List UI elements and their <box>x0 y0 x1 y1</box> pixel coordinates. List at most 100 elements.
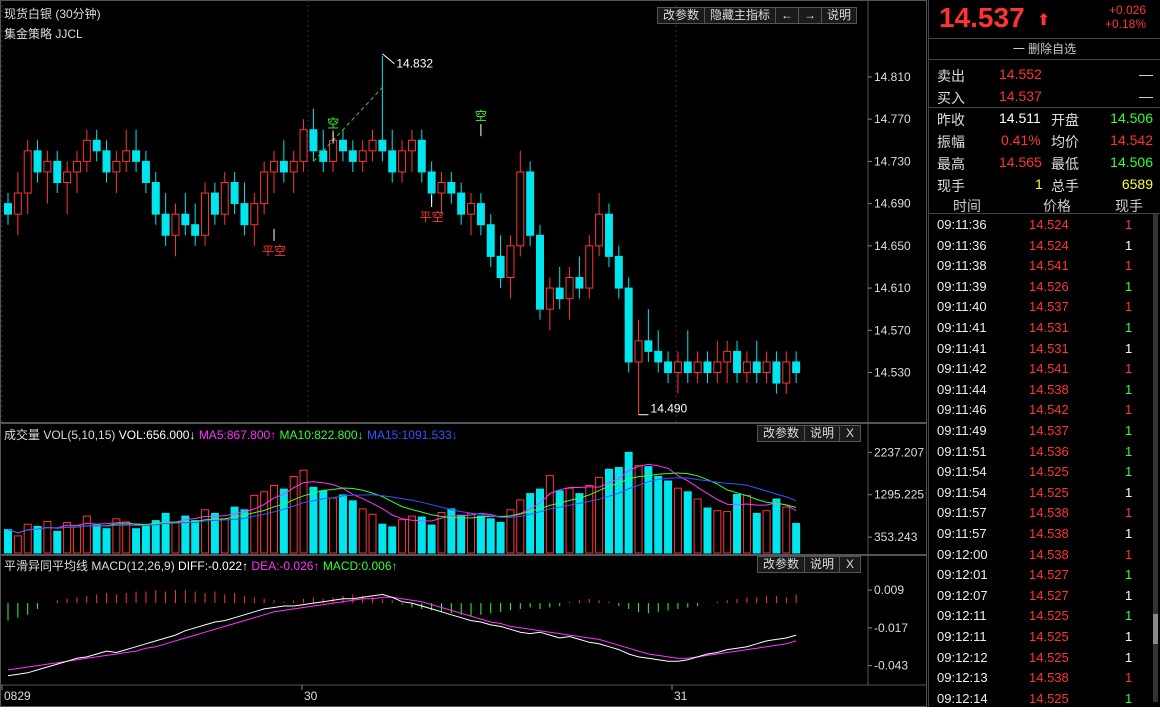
candle-down <box>417 139 426 173</box>
volume-bar <box>782 506 791 554</box>
candle-down <box>526 171 535 236</box>
candle-up <box>43 160 52 173</box>
candle-down <box>703 361 712 374</box>
volume-bar <box>191 520 200 554</box>
candle-down <box>338 139 347 152</box>
tick-volume: 1 <box>1125 340 1133 356</box>
volume-bar <box>53 530 62 554</box>
tick-time: 09:11:57 <box>937 526 987 541</box>
volume-bar <box>358 508 367 554</box>
tick-row[interactable]: 09:11:54 14.525 1 <box>929 483 1160 504</box>
volume-bar <box>752 512 761 554</box>
tick-row[interactable]: 09:12:13 14.538 1 <box>929 668 1160 689</box>
tick-price: 14.538 <box>1029 526 1069 541</box>
candle-up <box>23 150 32 194</box>
tick-volume: 1 <box>1125 670 1133 686</box>
volume-chart[interactable]: 2237.207 1295.225 353.243 <box>0 423 927 555</box>
volume-bar <box>565 487 574 554</box>
tick-row[interactable]: 09:11:51 14.536 1 <box>929 442 1160 463</box>
tick-row[interactable]: 09:12:11 14.525 1 <box>929 606 1160 627</box>
tick-row[interactable]: 09:12:01 14.527 1 <box>929 565 1160 586</box>
candle-up <box>289 160 298 173</box>
tick-row[interactable]: 09:11:41 14.531 1 <box>929 339 1160 360</box>
volume-bar <box>388 526 397 554</box>
volume-bar <box>723 511 732 554</box>
candle-down <box>427 171 436 194</box>
candle-down <box>240 203 249 226</box>
tick-row[interactable]: 09:12:14 14.525 1 <box>929 689 1160 707</box>
volume-bar <box>555 490 564 554</box>
buy-price: 14.537 <box>999 88 1042 104</box>
volume-bar <box>644 466 653 554</box>
tick-row[interactable]: 09:11:40 14.537 1 <box>929 297 1160 318</box>
ticks-scrollbar[interactable] <box>1153 214 1158 702</box>
candlestick-chart[interactable]: 14.810 14.770 14.730 14.690 14.650 14.610 14.5… <box>0 0 927 423</box>
tick-price: 14.524 <box>1029 217 1069 232</box>
candle-up <box>220 182 229 215</box>
candle-up <box>693 361 702 374</box>
tick-row[interactable]: 09:11:39 14.526 1 <box>929 277 1160 298</box>
candle-up <box>762 361 771 374</box>
low-label: 最低 <box>1051 156 1079 172</box>
tick-price: 14.525 <box>1029 608 1069 624</box>
volume-bar <box>368 513 377 554</box>
price-change: +0.026 <box>1108 3 1146 17</box>
volume-bar <box>536 488 544 554</box>
candle-up <box>467 203 476 215</box>
price-change-pct: +0.18% <box>1104 17 1146 31</box>
price-tick-label: 14.610 <box>874 281 911 295</box>
date-tick-label: 31 <box>674 689 688 703</box>
tick-row[interactable]: 09:11:36 14.524 1 <box>929 236 1160 257</box>
tick-volume: 1 <box>1125 443 1133 459</box>
tick-row[interactable]: 09:12:12 14.525 1 <box>929 648 1160 669</box>
tick-volume: 1 <box>1125 320 1133 335</box>
chart-area[interactable]: 现货白银 (30分钟) 集金策略 JJCL 改参数 隐藏主指标 ← → 说明 1… <box>0 0 927 707</box>
tick-row[interactable]: 09:11:54 14.525 1 <box>929 462 1160 483</box>
volume-bar <box>132 528 141 554</box>
candle-up <box>595 213 604 247</box>
volume-bar <box>398 519 407 554</box>
tick-row[interactable]: 09:11:57 14.538 1 <box>929 524 1160 545</box>
candle-up <box>398 150 407 173</box>
volume-tick-label: 2237.207 <box>874 445 924 459</box>
volume-bar <box>378 523 387 554</box>
candle-up <box>260 171 269 205</box>
candle-down <box>191 224 200 236</box>
tick-time: 09:12:14 <box>937 690 988 706</box>
tick-row[interactable]: 09:12:00 14.538 1 <box>929 545 1160 566</box>
tick-row[interactable]: 09:11:44 14.538 1 <box>929 380 1160 401</box>
tick-row[interactable]: 09:11:41 14.531 1 <box>929 318 1160 339</box>
sell-price: 14.552 <box>999 66 1042 82</box>
tick-row[interactable]: 09:12:07 14.527 1 <box>929 586 1160 607</box>
scrollbar-thumb[interactable] <box>1153 614 1158 644</box>
high-label: 最高 <box>937 156 965 172</box>
total-vol-value: 6589 <box>1121 176 1153 192</box>
tick-row[interactable]: 09:11:42 14.541 1 <box>929 359 1160 380</box>
tick-volume: 1 <box>1125 381 1133 397</box>
tick-row[interactable]: 09:11:38 14.541 1 <box>929 256 1160 277</box>
delete-favorite-button[interactable]: 一 删除自选 <box>929 38 1160 60</box>
sell-volume: — <box>1139 66 1153 82</box>
macd-tick-label: -0.043 <box>874 659 908 673</box>
prev-close-value: 14.511 <box>999 110 1041 126</box>
candle-down <box>4 203 12 215</box>
tick-time: 09:12:07 <box>937 587 988 603</box>
volume-bar <box>338 494 347 554</box>
candle-down <box>319 150 328 162</box>
volume-bar <box>486 518 495 554</box>
tick-row[interactable]: 09:11:36 14.524 1 <box>929 215 1160 236</box>
volume-bar <box>693 498 702 554</box>
price-tick-label: 14.570 <box>874 323 911 337</box>
tick-time: 09:12:11 <box>937 608 987 624</box>
tick-row[interactable]: 09:12:11 14.525 1 <box>929 627 1160 648</box>
signal-short-label: 空 <box>475 109 487 123</box>
quote-panel: 14.537 ⬆ +0.026 +0.18% 一 删除自选 卖出 14.552 … <box>928 0 1160 707</box>
macd-chart[interactable]: 0.009 -0.017 -0.043 0829 30 31 <box>0 555 927 707</box>
tick-time: 09:11:44 <box>937 381 987 397</box>
candle-up <box>82 139 91 162</box>
low-price-label: 14.490 <box>651 402 688 416</box>
tick-row[interactable]: 09:11:49 14.537 1 <box>929 421 1160 442</box>
candle-up <box>782 361 791 384</box>
tick-row[interactable]: 09:11:57 14.538 1 <box>929 503 1160 524</box>
tick-row[interactable]: 09:11:46 14.542 1 <box>929 400 1160 421</box>
